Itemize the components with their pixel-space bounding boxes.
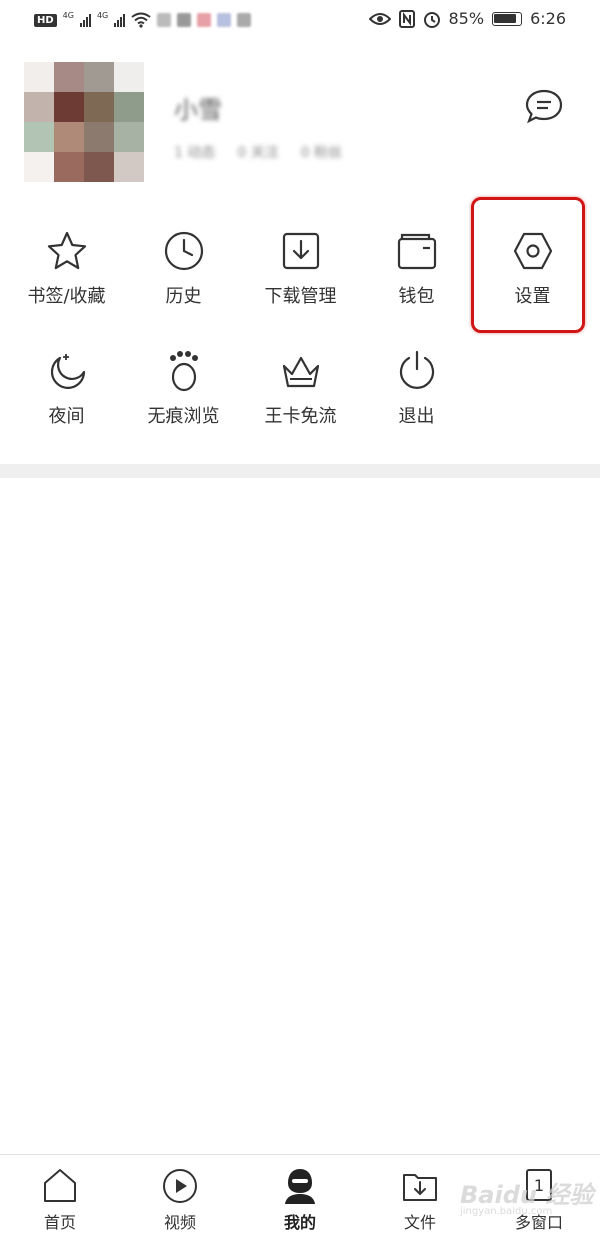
avatar-pixel bbox=[24, 92, 54, 122]
star-icon bbox=[47, 231, 86, 270]
message-icon[interactable] bbox=[524, 86, 564, 126]
status-bar-right: 85% 6:26 bbox=[368, 9, 566, 28]
eye-icon bbox=[368, 12, 391, 25]
signal-icon-2 bbox=[114, 13, 126, 27]
power-icon bbox=[399, 350, 434, 389]
menu-label: 历史 bbox=[165, 286, 202, 307]
avatar-pixel bbox=[114, 62, 144, 92]
folder-icon bbox=[403, 1174, 437, 1201]
avatar-pixel bbox=[54, 122, 84, 152]
menu-king-card[interactable]: 王卡免流 bbox=[242, 330, 359, 440]
wifi-icon bbox=[131, 12, 151, 28]
avatar-pixel bbox=[24, 152, 54, 182]
notification-icon bbox=[217, 13, 232, 27]
menu-downloads[interactable]: 下载管理 bbox=[242, 210, 359, 320]
download-icon bbox=[282, 232, 319, 270]
crown-icon bbox=[282, 356, 319, 388]
menu-night-mode[interactable]: 夜间 bbox=[8, 330, 125, 440]
tab-home[interactable]: 首页 bbox=[20, 1167, 100, 1233]
status-bar-left: HD 4G 4G bbox=[34, 10, 252, 30]
menu-logout[interactable]: 退出 bbox=[358, 330, 475, 440]
clock-icon bbox=[164, 231, 203, 271]
alarm-icon bbox=[423, 11, 440, 28]
menu-label: 下载管理 bbox=[264, 286, 337, 307]
signal-icon bbox=[79, 13, 91, 27]
avatar-pixel bbox=[84, 122, 114, 152]
avatar-pixel bbox=[84, 152, 114, 182]
avatar-pixel bbox=[114, 92, 144, 122]
nfc-icon bbox=[398, 9, 415, 28]
battery-icon bbox=[492, 11, 523, 26]
play-icon bbox=[163, 1169, 197, 1203]
menu-bookmarks[interactable]: 书签/收藏 bbox=[8, 210, 125, 320]
user-icon bbox=[285, 1169, 315, 1204]
avatar-pixel bbox=[84, 62, 114, 92]
tab-label: 视频 bbox=[163, 1213, 196, 1232]
settings-highlight-box bbox=[471, 197, 585, 333]
avatar-pixel bbox=[24, 122, 54, 152]
menu-wallet[interactable]: 钱包 bbox=[358, 210, 475, 320]
menu-label: 王卡免流 bbox=[264, 406, 337, 427]
tab-mine[interactable]: 我的 bbox=[260, 1167, 340, 1233]
network-type-1: 4G bbox=[62, 10, 74, 20]
hd-badge: HD bbox=[34, 13, 57, 27]
avatar-pixel bbox=[24, 62, 54, 92]
menu-history[interactable]: 历史 bbox=[125, 210, 242, 320]
tab-label: 我的 bbox=[283, 1213, 316, 1232]
clock-time: 6:26 bbox=[530, 9, 566, 28]
notification-icon bbox=[197, 13, 212, 27]
avatar-pixel bbox=[54, 92, 84, 122]
avatar-pixel bbox=[114, 152, 144, 182]
avatar-pixel bbox=[54, 152, 84, 182]
username[interactable]: 小雪 bbox=[174, 90, 222, 125]
avatar-pixel bbox=[84, 92, 114, 122]
menu-label: 书签/收藏 bbox=[27, 286, 106, 307]
tab-label: 首页 bbox=[43, 1213, 76, 1232]
watermark: Baidu 经验 jingyan.baidu.com bbox=[460, 1181, 594, 1217]
stat-following[interactable]: 0 关注 bbox=[237, 142, 278, 162]
notification-icon bbox=[177, 13, 192, 27]
wallet-icon bbox=[397, 233, 436, 270]
status-bar: HD 4G 4G 85% 6:26 bbox=[0, 0, 600, 40]
user-stats: 1 动态 0 关注 0 粉丝 bbox=[174, 142, 342, 162]
avatar-pixel bbox=[54, 62, 84, 92]
profile-header: 小雪 1 动态 0 关注 0 粉丝 bbox=[24, 62, 576, 182]
network-type-2: 4G bbox=[96, 10, 109, 20]
moon-icon bbox=[50, 354, 85, 389]
notification-icon bbox=[157, 13, 172, 27]
tab-label: 文件 bbox=[403, 1213, 436, 1232]
menu-label: 钱包 bbox=[398, 286, 435, 307]
stat-posts[interactable]: 1 动态 bbox=[174, 142, 215, 162]
tab-files[interactable]: 文件 bbox=[380, 1167, 460, 1233]
stat-followers[interactable]: 0 粉丝 bbox=[301, 142, 342, 162]
battery-percent: 85% bbox=[448, 9, 485, 28]
notification-icon bbox=[237, 13, 252, 27]
home-icon bbox=[44, 1169, 76, 1202]
avatar[interactable] bbox=[24, 62, 144, 182]
tab-video[interactable]: 视频 bbox=[140, 1167, 220, 1233]
section-divider bbox=[0, 464, 600, 478]
menu-incognito[interactable]: 无痕浏览 bbox=[125, 330, 242, 440]
avatar-pixel bbox=[114, 122, 144, 152]
menu-label: 无痕浏览 bbox=[147, 406, 220, 427]
menu-label: 退出 bbox=[398, 406, 435, 427]
menu-label: 夜间 bbox=[48, 406, 85, 427]
paw-icon bbox=[169, 351, 198, 392]
